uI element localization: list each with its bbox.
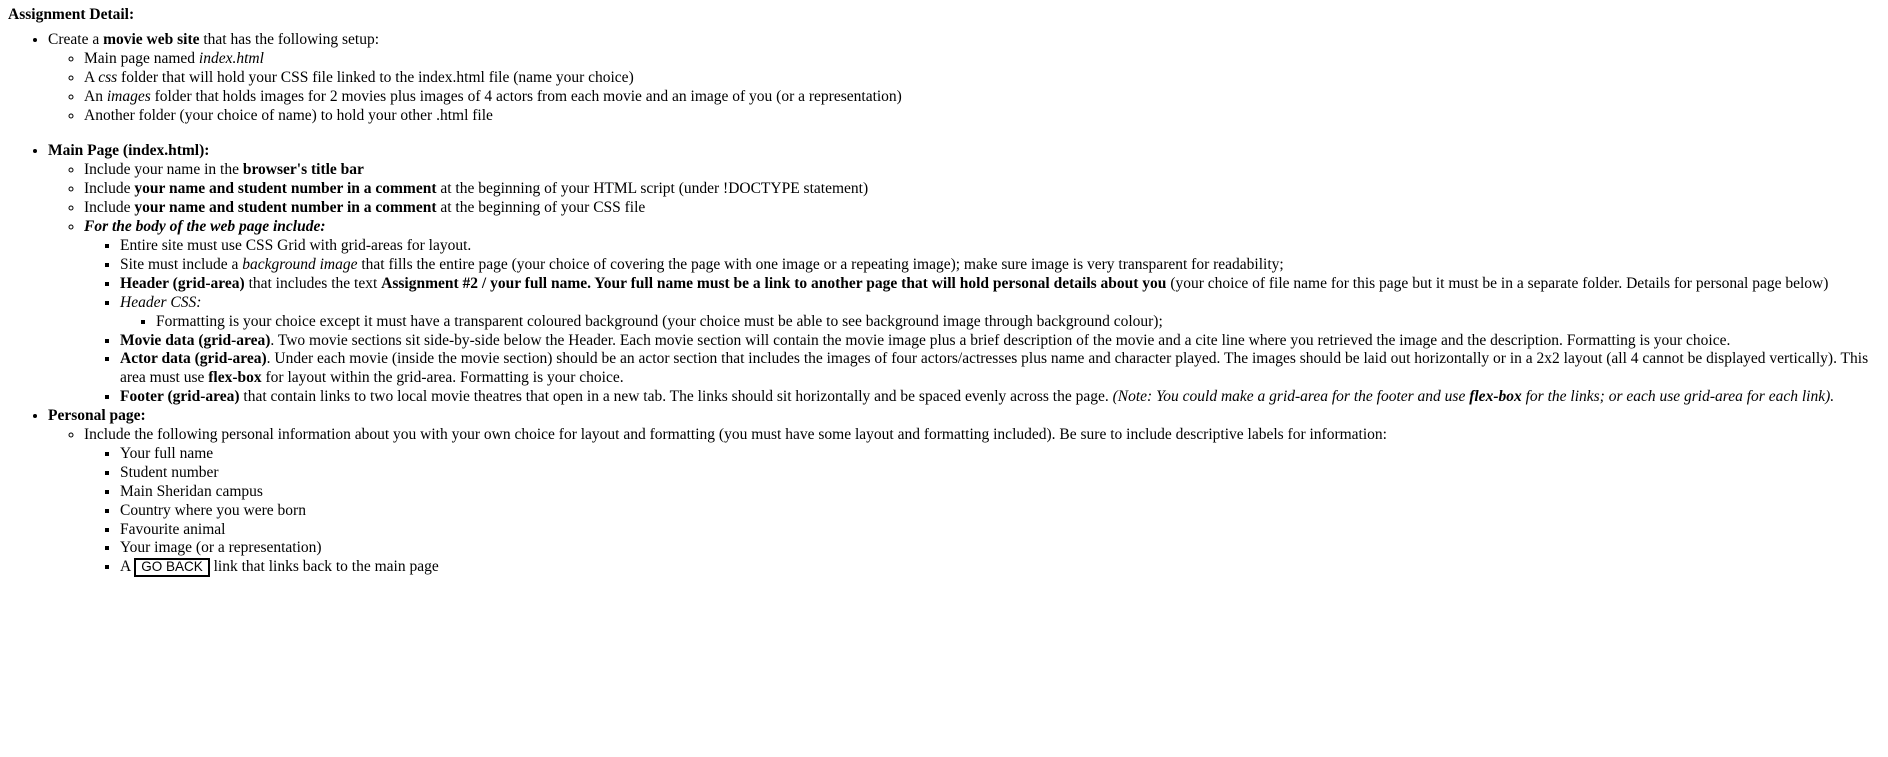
list-item-header-css-detail: Formatting is your choice except it must…: [156, 313, 1880, 332]
main-page-heading: Main Page (index.html):: [48, 142, 210, 160]
outline-level-1: Create a movie web site that has the fol…: [8, 31, 1880, 577]
html-comment-post: at the beginning of your HTML script (un…: [436, 180, 869, 198]
actor-data-bold: Actor data (grid-area): [120, 350, 267, 368]
country-text: Country where you were born: [120, 501, 306, 519]
list-item-your-image: Your image (or a representation): [120, 539, 1880, 558]
body-include-heading: For the body of the web page include:: [84, 218, 326, 236]
title-bar-pre: Include your name in the: [84, 161, 243, 179]
list-item-header-css: Header CSS: Formatting is your choice ex…: [120, 294, 1880, 332]
list-item-css-comment: Include your name and student number in …: [84, 199, 1880, 218]
campus-text: Main Sheridan campus: [120, 482, 263, 500]
page-title: Assignment Detail:: [8, 6, 135, 23]
css-folder-post: folder that will hold your CSS file link…: [117, 68, 634, 86]
list-item-country: Country where you were born: [120, 502, 1880, 521]
header-mid-text: that includes the text: [244, 274, 382, 292]
css-folder-pre: A: [84, 68, 99, 86]
footer-bold-label: Footer (grid-area): [120, 388, 240, 406]
list-spacer-1: [48, 125, 1880, 142]
background-pre: Site must include a: [120, 255, 243, 273]
personal-info-list: Your full name Student number Main Sheri…: [84, 445, 1880, 577]
list-item-site-setup: Create a movie web site that has the fol…: [48, 31, 1880, 126]
footer-note-pre: (Note: You could make a grid-area for th…: [1112, 388, 1470, 406]
list-item-main-page: Main Page (index.html): Include your nam…: [48, 142, 1880, 407]
list-item-index-html: Main page named index.html: [84, 50, 1880, 69]
list-item-movie-data: Movie data (grid-area). Two movie sectio…: [120, 332, 1880, 351]
index-html-pre: Main page named: [84, 49, 199, 67]
list-item-actor-data: Actor data (grid-area). Under each movie…: [120, 350, 1880, 388]
header-bold-requirement: Assignment #2 / your full name. Your ful…: [381, 274, 1167, 292]
header-bold-label: Header (grid-area): [120, 274, 245, 292]
go-back-button[interactable]: GO BACK: [134, 558, 210, 577]
list-item-css-grid: Entire site must use CSS Grid with grid-…: [120, 237, 1880, 256]
personal-intro-text: Include the following personal informati…: [84, 426, 1387, 444]
list-item-title-bar: Include your name in the browser's title…: [84, 161, 1880, 180]
header-css-detail-text: Formatting is your choice except it must…: [156, 312, 1163, 330]
site-setup-heading-bold: movie web site: [103, 30, 200, 48]
full-name-text: Your full name: [120, 444, 214, 462]
list-item-header-gridarea: Header (grid-area) that includes the tex…: [120, 275, 1880, 294]
actor-flexbox-bold: flex-box: [208, 369, 262, 387]
css-comment-pre: Include: [84, 199, 135, 217]
header-css-label: Header CSS:: [120, 293, 202, 311]
footer-note-post: for the links; or each use grid-area for…: [1521, 388, 1835, 406]
header-tail-text: (your choice of file name for this page …: [1166, 274, 1829, 292]
css-comment-bold: your name and student number in a commen…: [134, 199, 437, 217]
list-item-student-number: Student number: [120, 464, 1880, 483]
index-html-em: index.html: [198, 49, 264, 67]
favourite-animal-text: Favourite animal: [120, 520, 226, 538]
list-item-personal-intro: Include the following personal informati…: [84, 426, 1880, 577]
footer-text: that contain links to two local movie th…: [239, 388, 1113, 406]
site-setup-heading-tail: that has the following setup:: [199, 30, 380, 48]
css-comment-post: at the beginning of your CSS file: [436, 199, 646, 217]
site-setup-sublist: Main page named index.html A css folder …: [48, 50, 1880, 126]
other-folder-text: Another folder (your choice of name) to …: [84, 106, 493, 124]
body-include-sublist: Entire site must use CSS Grid with grid-…: [84, 237, 1880, 407]
list-item-html-comment: Include your name and student number in …: [84, 180, 1880, 199]
background-em: background image: [242, 255, 358, 273]
footer-note-bold: flex-box: [1469, 388, 1522, 406]
list-item-campus: Main Sheridan campus: [120, 483, 1880, 502]
site-setup-heading-pre: Create a: [48, 30, 104, 48]
html-comment-bold: your name and student number in a commen…: [134, 180, 437, 198]
css-folder-em: css: [98, 68, 118, 86]
background-post: that fills the entire page (your choice …: [357, 255, 1284, 273]
images-folder-em: images: [106, 87, 151, 105]
list-item-background-image: Site must include a background image tha…: [120, 256, 1880, 275]
list-item-go-back: A GO BACK link that links back to the ma…: [120, 558, 1880, 577]
personal-page-heading: Personal page:: [48, 407, 146, 425]
actor-data-text-2: for layout within the grid-area. Formatt…: [261, 369, 624, 387]
images-folder-pre: An: [84, 87, 107, 105]
list-item-full-name: Your full name: [120, 445, 1880, 464]
main-page-sublist: Include your name in the browser's title…: [48, 161, 1880, 407]
html-comment-pre: Include: [84, 180, 135, 198]
movie-data-bold: Movie data (grid-area): [120, 331, 271, 349]
list-item-body-include: For the body of the web page include: En…: [84, 218, 1880, 407]
student-number-text: Student number: [120, 463, 219, 481]
title-bar-bold: browser's title bar: [242, 161, 364, 179]
css-grid-text: Entire site must use CSS Grid with grid-…: [120, 236, 472, 254]
list-item-other-folder: Another folder (your choice of name) to …: [84, 107, 1880, 126]
personal-page-sublist: Include the following personal informati…: [48, 426, 1880, 577]
assignment-document: Assignment Detail: Create a movie web si…: [0, 0, 1888, 577]
your-image-text: Your image (or a representation): [120, 539, 322, 557]
go-back-pre: A: [120, 558, 135, 576]
images-folder-post: folder that holds images for 2 movies pl…: [150, 87, 902, 105]
list-item-personal-page: Personal page: Include the following per…: [48, 407, 1880, 577]
go-back-post: link that links back to the main page: [209, 558, 439, 576]
movie-data-text: . Two movie sections sit side-by-side be…: [270, 331, 1731, 349]
list-item-footer-gridarea: Footer (grid-area) that contain links to…: [120, 388, 1880, 407]
list-item-css-folder: A css folder that will hold your CSS fil…: [84, 69, 1880, 88]
list-item-images-folder: An images folder that holds images for 2…: [84, 88, 1880, 107]
header-css-sublist: Formatting is your choice except it must…: [120, 313, 1880, 332]
list-item-favourite-animal: Favourite animal: [120, 521, 1880, 540]
